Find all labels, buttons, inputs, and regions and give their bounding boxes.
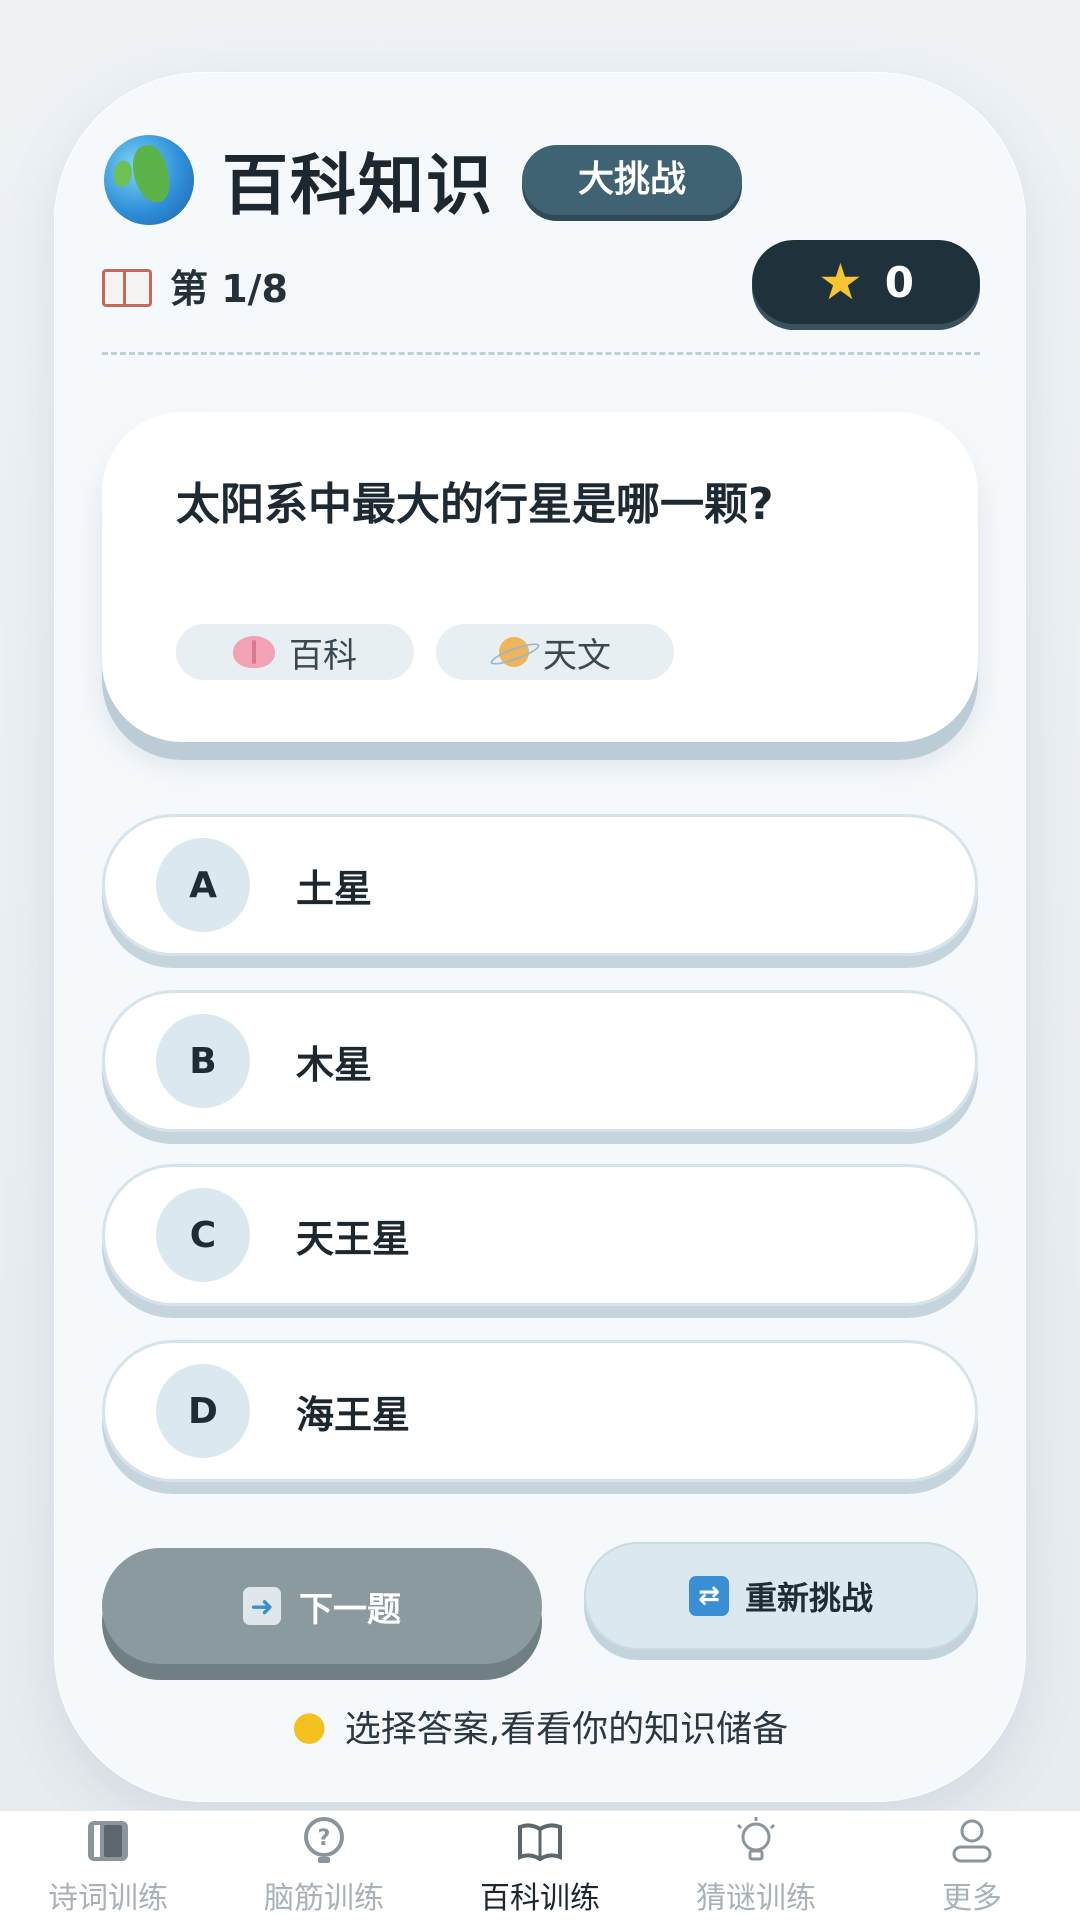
score-pill: ★ 0 (752, 240, 980, 324)
question-tags: 百科 天文 (176, 624, 674, 680)
retry-button[interactable]: ⇄ 重新挑战 (584, 1542, 978, 1650)
tab-label: 诗词训练 (48, 1881, 168, 1916)
planet-icon (499, 637, 529, 667)
question-progress: 第 1/8 (102, 258, 288, 313)
option-letter: A (156, 838, 250, 932)
bottom-tab-bar: 诗词训练 ? 脑筋训练 百科训练 猜谜训练 更多 (0, 1810, 1080, 1921)
tab-label: 百科训练 (480, 1881, 600, 1916)
retry-label: 重新挑战 (744, 1579, 873, 1617)
book-stack-icon (82, 1815, 134, 1867)
question-text: 太阳系中最大的行星是哪一颗? (176, 479, 774, 530)
option-text: 木星 (296, 1042, 373, 1087)
option-letter: D (156, 1364, 250, 1458)
progress-label: 第 1/8 (170, 267, 288, 311)
option-b[interactable]: B 木星 (102, 990, 978, 1132)
globe-icon (104, 135, 194, 225)
quiz-header: 百科知识 大挑战 (104, 132, 743, 228)
lightbulb-icon (730, 1815, 782, 1867)
tab-encyclopedia[interactable]: 百科训练 (440, 1815, 640, 1917)
hint-text: ● 选择答案,看看你的知识储备 (0, 1700, 1080, 1752)
tab-label: 脑筋训练 (264, 1881, 384, 1916)
tag-encyclopedia: 百科 (176, 624, 414, 680)
tab-label: 猜谜训练 (696, 1881, 816, 1916)
next-question-button[interactable]: ➜ 下一题 (102, 1548, 542, 1664)
open-book-icon (514, 1815, 566, 1867)
tab-label: 更多 (942, 1881, 1002, 1916)
challenge-badge: 大挑战 (522, 145, 743, 215)
open-book-icon (102, 268, 152, 307)
refresh-icon: ⇄ (688, 1576, 729, 1616)
arrow-right-icon: ➜ (243, 1587, 281, 1625)
lightbulb-icon: ● (291, 1703, 327, 1749)
brain-icon (233, 636, 275, 668)
question-card: 太阳系中最大的行星是哪一颗? 百科 天文 (102, 412, 978, 742)
option-c[interactable]: C 天王星 (102, 1164, 978, 1306)
svg-text:?: ? (318, 1826, 331, 1851)
star-icon: ★ (817, 253, 863, 311)
divider (102, 352, 980, 355)
tab-more[interactable]: 更多 (872, 1815, 1072, 1917)
option-letter: C (156, 1188, 250, 1282)
tag-label: 天文 (543, 635, 611, 676)
hint-label: 选择答案,看看你的知识储备 (344, 1709, 789, 1750)
score-value: 0 (884, 257, 915, 307)
option-text: 海王星 (296, 1392, 411, 1437)
question-bubble-icon: ? (298, 1815, 350, 1867)
next-label: 下一题 (299, 1589, 401, 1630)
option-letter: B (156, 1014, 250, 1108)
page-title: 百科知识 (222, 147, 494, 224)
tag-astronomy: 天文 (436, 624, 674, 680)
tab-riddle[interactable]: 猜谜训练 (656, 1815, 856, 1917)
tab-poetry[interactable]: 诗词训练 (8, 1815, 208, 1917)
option-text: 土星 (296, 866, 373, 911)
user-icon (946, 1815, 998, 1867)
tab-brain[interactable]: ? 脑筋训练 (224, 1815, 424, 1917)
option-d[interactable]: D 海王星 (102, 1340, 978, 1482)
tag-label: 百科 (289, 635, 357, 676)
option-text: 天王星 (296, 1216, 411, 1261)
option-a[interactable]: A 土星 (102, 814, 978, 956)
